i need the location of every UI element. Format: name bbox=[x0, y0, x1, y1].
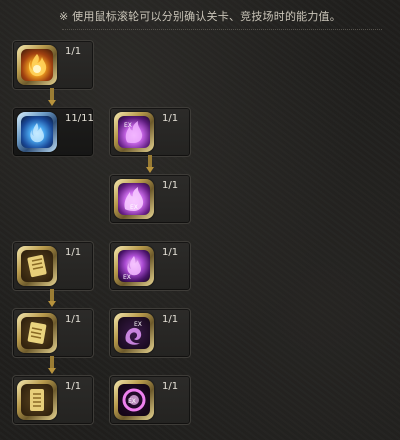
skill-level: 1/1 bbox=[162, 314, 179, 325]
skill-level: 1/1 bbox=[65, 46, 82, 57]
skill-slot-purple-ghost-ex[interactable]: EX 1/1 bbox=[109, 308, 191, 358]
hint-divider bbox=[62, 29, 382, 30]
fire-swirl-icon bbox=[17, 45, 57, 85]
skill-slot-blue-flame-orb[interactable]: 11/11 bbox=[12, 107, 94, 157]
skill-slot-golden-scroll-2[interactable]: 1/1 bbox=[12, 308, 94, 358]
skill-level: 11/11 bbox=[65, 113, 94, 124]
blue-flame-orb-icon bbox=[17, 112, 57, 152]
skill-slot-purple-flame-ex[interactable]: EX 1/1 bbox=[109, 107, 191, 157]
scroll-hint-text: ※ 使用鼠标滚轮可以分别确认关卡、竞技场时的能力值。 bbox=[59, 10, 341, 23]
skill-level: 1/1 bbox=[65, 314, 82, 325]
skill-level: 1/1 bbox=[65, 247, 82, 258]
connector-arrow bbox=[146, 155, 154, 173]
connector-arrow bbox=[48, 88, 56, 106]
skill-slot-golden-scroll[interactable]: 1/1 bbox=[12, 241, 94, 291]
skill-slot-fire-swirl[interactable]: 1/1 bbox=[12, 40, 94, 90]
skill-slot-purple-ring-ex[interactable]: EX 1/1 bbox=[109, 375, 191, 425]
connector-arrow bbox=[48, 289, 56, 307]
purple-ghost-ex-icon: EX bbox=[114, 313, 154, 353]
skill-level: 1/1 bbox=[65, 381, 82, 392]
purple-orb-ex-icon: EX bbox=[114, 246, 154, 286]
purple-ring-ex-icon: EX bbox=[114, 380, 154, 420]
skill-level: 1/1 bbox=[162, 113, 179, 124]
golden-scroll-icon bbox=[17, 246, 57, 286]
skill-slot-purple-orb-ex[interactable]: EX 1/1 bbox=[109, 241, 191, 291]
svg-text:EX: EX bbox=[124, 122, 132, 129]
skill-level: 1/1 bbox=[162, 247, 179, 258]
purple-flame-ex-2-icon: EX bbox=[114, 179, 154, 219]
svg-text:EX: EX bbox=[128, 398, 136, 405]
skill-level: 1/1 bbox=[162, 180, 179, 191]
svg-text:EX: EX bbox=[123, 274, 131, 281]
svg-text:EX: EX bbox=[134, 321, 142, 328]
golden-scroll-2-icon bbox=[17, 313, 57, 353]
skill-slot-purple-flame-ex-2[interactable]: EX 1/1 bbox=[109, 174, 191, 224]
golden-scroll-3-icon bbox=[17, 380, 57, 420]
connector-arrow bbox=[48, 356, 56, 374]
purple-flame-ex-icon: EX bbox=[114, 112, 154, 152]
skill-slot-golden-scroll-3[interactable]: 1/1 bbox=[12, 375, 94, 425]
svg-text:EX: EX bbox=[130, 204, 138, 211]
skill-level: 1/1 bbox=[162, 381, 179, 392]
